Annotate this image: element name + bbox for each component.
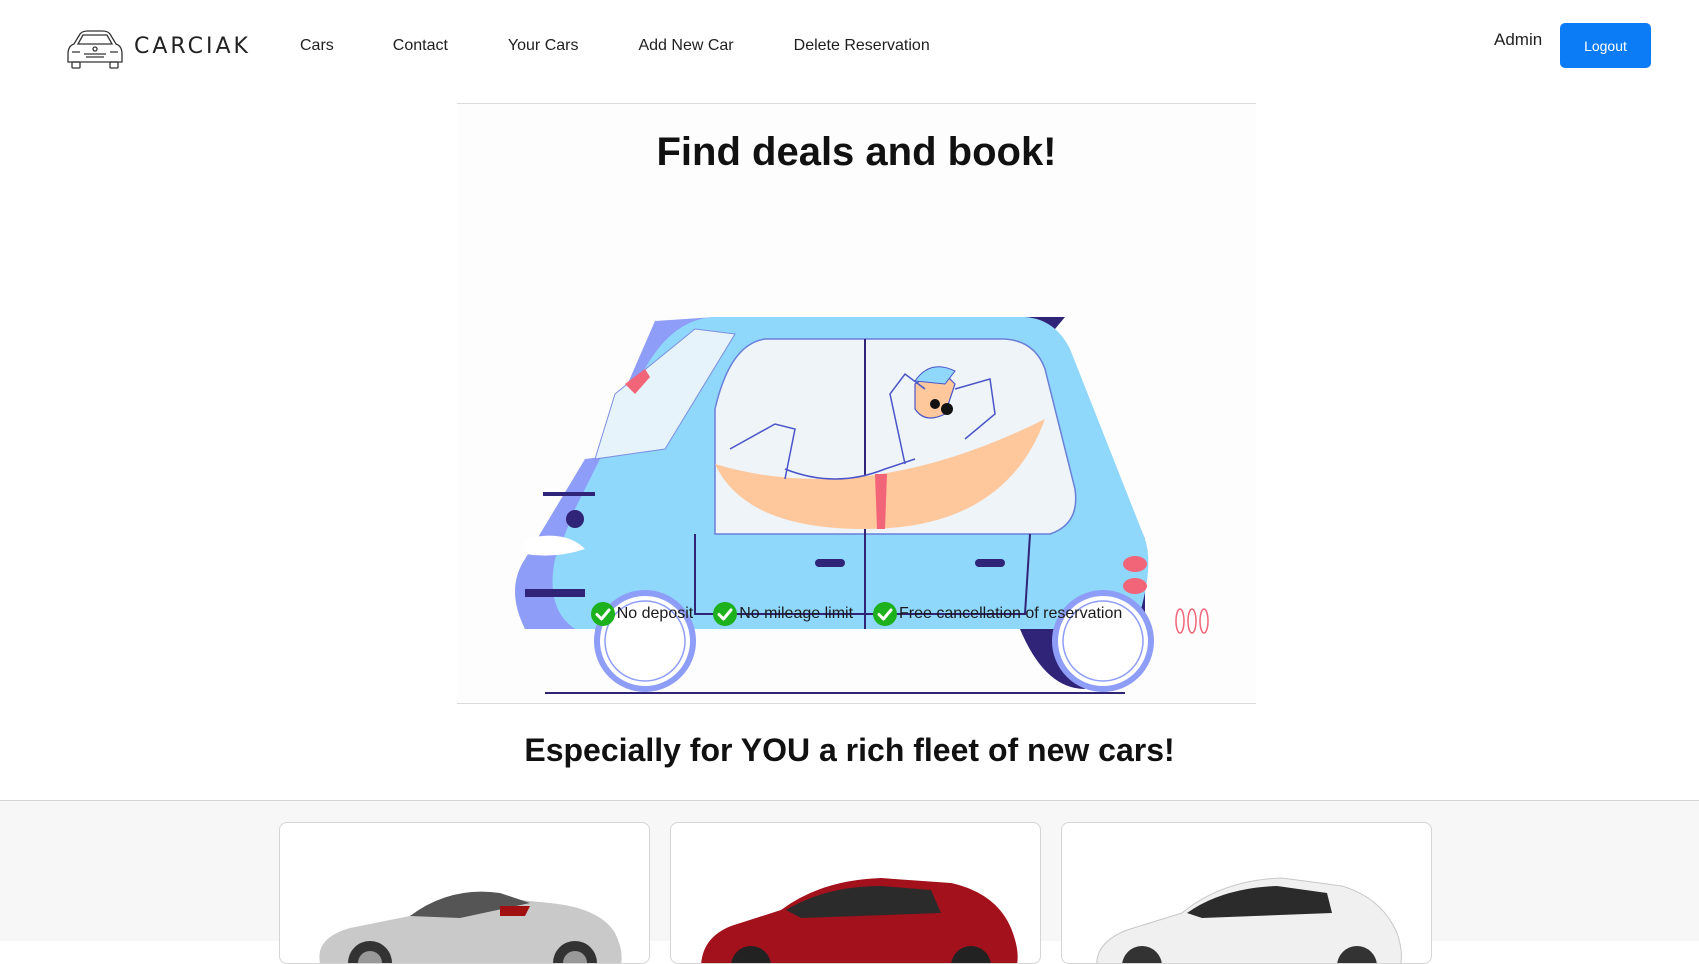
feature-item: No deposit [590, 602, 694, 626]
feature-label: No mileage limit [739, 605, 854, 622]
silver-convertible-car [319, 891, 622, 963]
feature-label: Free cancellation of reservation [899, 605, 1123, 622]
feature-list: No deposit No mileage limit Free cancell… [457, 602, 1256, 626]
navbar: CARCIAK Cars Contact Your Cars Add New C… [0, 0, 1699, 95]
check-circle-icon [713, 602, 738, 626]
hero-section: Find deals and book! No deposit No milea… [457, 103, 1256, 704]
brand-name: CARCIAK [134, 33, 251, 59]
car-card-2[interactable] [670, 822, 1041, 964]
main-nav: Cars Contact Your Cars Add New Car Delet… [300, 34, 990, 58]
nav-link-contact[interactable]: Contact [393, 34, 448, 58]
nav-link-delete-reservation[interactable]: Delete Reservation [794, 34, 930, 58]
car-card-1[interactable] [279, 822, 650, 964]
feature-label: No deposit [616, 605, 694, 622]
nav-link-add-new-car[interactable]: Add New Car [638, 34, 733, 58]
nav-link-cars[interactable]: Cars [300, 34, 334, 58]
check-circle-icon [590, 602, 615, 626]
car-hammock-illustration [515, 317, 1209, 694]
nav-link-your-cars[interactable]: Your Cars [508, 34, 579, 58]
current-user-label: Admin [1494, 30, 1543, 49]
feature-item: Free cancellation of reservation [873, 602, 1122, 626]
fleet-title: Especially for YOU a rich fleet of new c… [524, 732, 1175, 768]
check-circle-icon [873, 602, 898, 626]
red-sedan-car [701, 878, 1018, 963]
car-outline-icon [67, 30, 123, 69]
hero-title: Find deals and book! [656, 130, 1057, 174]
white-coupe-car [1096, 877, 1402, 963]
fleet-section [0, 800, 1699, 964]
car-card-3[interactable] [1061, 822, 1432, 964]
brand-logo-link[interactable]: CARCIAK [62, 22, 251, 70]
logout-button[interactable]: Logout [1560, 23, 1651, 68]
feature-item: No mileage limit [713, 602, 853, 626]
